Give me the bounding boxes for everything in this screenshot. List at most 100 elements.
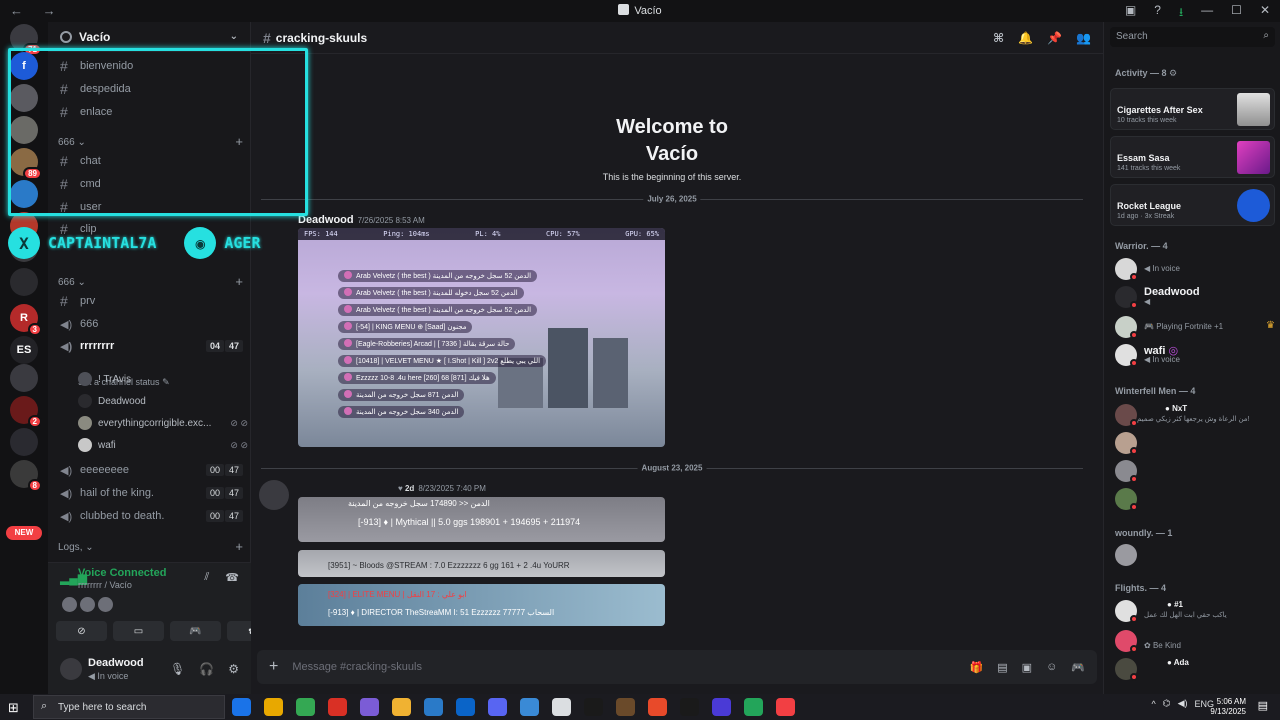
taskbar-app-icon[interactable] bbox=[712, 698, 731, 716]
taskbar-app-icon[interactable] bbox=[520, 698, 539, 716]
voice-user[interactable]: everythingcorrigible.exc... ⊘ ⊘ bbox=[78, 414, 248, 432]
screenshot-attachment[interactable]: FPS: 144 Ping: 104ms PL: 4% CPU: 57% GPU… bbox=[298, 228, 665, 447]
server-icon[interactable]: ES bbox=[10, 336, 38, 364]
threads-icon[interactable]: ⌘ bbox=[993, 31, 1004, 45]
minimize-button[interactable]: — bbox=[1201, 3, 1213, 24]
sticker-icon[interactable]: ▣ bbox=[1022, 661, 1032, 674]
member-item[interactable] bbox=[1115, 430, 1275, 456]
plus-icon[interactable]: + bbox=[235, 275, 243, 288]
taskbar-app-icon[interactable] bbox=[616, 698, 635, 716]
add-attachment-icon[interactable]: + bbox=[269, 658, 278, 676]
network-icon[interactable]: ⌬ bbox=[1163, 698, 1171, 709]
taskbar-app-icon[interactable] bbox=[328, 698, 347, 716]
taskbar-app-icon[interactable] bbox=[456, 698, 475, 716]
avatar[interactable] bbox=[60, 658, 82, 680]
voice-user[interactable]: Deadwood bbox=[78, 392, 248, 410]
new-badge[interactable]: NEW bbox=[6, 526, 42, 540]
server-icon[interactable]: 8 bbox=[10, 460, 42, 492]
pin-icon[interactable]: 📌 bbox=[1047, 31, 1062, 45]
voice-status-sub[interactable]: rrrrrrrr / Vacío bbox=[78, 580, 132, 590]
voice-channel-eeeeeeee[interactable]: ◀) eeeeeeee 00 47 bbox=[56, 460, 243, 480]
voice-status-title[interactable]: Voice Connected bbox=[78, 567, 166, 579]
gif-icon[interactable]: ▤ bbox=[997, 661, 1007, 674]
notification-icon[interactable]: ▤ bbox=[1258, 699, 1268, 712]
activity-button[interactable]: 🎮 bbox=[170, 621, 221, 641]
member-item[interactable] bbox=[1115, 458, 1275, 484]
category-logs[interactable]: Logs, ⌄ + bbox=[58, 540, 243, 553]
message-input[interactable]: Message #cracking-skuuls bbox=[292, 661, 422, 673]
headphones-icon[interactable]: 🎧 bbox=[199, 662, 214, 676]
inbox-icon[interactable]: ▣ bbox=[1125, 3, 1136, 24]
category-666-b[interactable]: 666 ⌄ + bbox=[58, 275, 243, 288]
screenshot-attachment[interactable]: [3951] ~ Bloods @STREAM : 7.0 Ezzzzzzz 6… bbox=[298, 550, 665, 577]
download-icon[interactable]: ⭳ bbox=[1179, 3, 1183, 24]
voice-channel-hail[interactable]: ◀) hail of the king. 00 47 bbox=[56, 483, 243, 503]
member-item[interactable]: Deadwood ◀ bbox=[1115, 284, 1275, 310]
voice-channel-clubbed[interactable]: ◀) clubbed to death. 00 47 bbox=[56, 506, 243, 526]
clock[interactable]: 5:06 AM 9/13/2025 bbox=[1210, 697, 1246, 717]
noise-suppression-icon[interactable]: ⫽ bbox=[204, 571, 209, 584]
settings-gear-icon[interactable]: ⚙ bbox=[228, 662, 239, 676]
tray-up-icon[interactable]: ^ bbox=[1151, 699, 1155, 709]
member-item[interactable] bbox=[1115, 542, 1275, 568]
member-item[interactable] bbox=[1115, 486, 1275, 512]
game-icon[interactable]: 🎮 bbox=[1071, 661, 1085, 674]
gift-icon[interactable]: 🎁 bbox=[970, 661, 984, 674]
taskbar-app-icon[interactable] bbox=[360, 698, 379, 716]
server-icon[interactable] bbox=[10, 428, 38, 456]
maximize-button[interactable]: ☐ bbox=[1231, 3, 1242, 24]
camera-button[interactable]: ⊘ bbox=[56, 621, 107, 641]
mic-icon[interactable]: 🎙 bbox=[170, 662, 185, 676]
avatar[interactable] bbox=[259, 480, 289, 510]
disconnect-icon[interactable]: ☎ bbox=[225, 571, 239, 584]
taskbar-app-icon[interactable] bbox=[776, 698, 795, 716]
server-icon[interactable] bbox=[10, 364, 38, 392]
taskbar-app-icon[interactable] bbox=[552, 698, 571, 716]
taskbar-app-icon[interactable] bbox=[296, 698, 315, 716]
voice-user[interactable]: ! TrAvis bbox=[78, 370, 248, 388]
taskbar-app-icon[interactable] bbox=[584, 698, 603, 716]
screen-share-button[interactable]: ▭ bbox=[113, 621, 164, 641]
voice-user[interactable]: wafi ⊘ ⊘ bbox=[78, 436, 248, 454]
screenshot-attachment[interactable]: الدمن << 174890 سجل خروجه من المدينة [-9… bbox=[298, 497, 665, 542]
bell-icon[interactable]: 🔔 bbox=[1018, 31, 1033, 45]
channel-prv[interactable]: # prv bbox=[56, 291, 243, 311]
activity-card[interactable]: Cigarettes After Sex 10 tracks this week bbox=[1110, 88, 1275, 130]
close-button[interactable]: ✕ bbox=[1260, 3, 1270, 24]
taskbar-search[interactable]: ⌕ Type here to search bbox=[33, 695, 225, 719]
server-icon[interactable] bbox=[10, 268, 38, 296]
taskbar-app-icon[interactable] bbox=[488, 698, 507, 716]
taskbar-app-icon[interactable] bbox=[264, 698, 283, 716]
status-dot bbox=[1130, 615, 1138, 623]
taskbar-app-icon[interactable] bbox=[744, 698, 763, 716]
user-limit: 00 47 bbox=[205, 464, 243, 476]
windows-start-icon[interactable]: ⊞ bbox=[8, 700, 19, 716]
member-item[interactable]: ● #1 ياكب حقي ابت الهل لك عمل bbox=[1115, 598, 1275, 624]
member-item[interactable]: ● NxT من الرعاة وش يرجعها كثر زيكي صميم! bbox=[1115, 402, 1275, 428]
taskbar-app-icon[interactable] bbox=[680, 698, 699, 716]
member-item[interactable]: ◀ In voice bbox=[1115, 256, 1275, 282]
search-input[interactable]: Search ⌕ bbox=[1110, 27, 1275, 47]
emoji-icon[interactable]: ☺ bbox=[1046, 661, 1057, 674]
member-item[interactable]: ✿ Be Kind bbox=[1115, 628, 1275, 654]
plus-icon[interactable]: + bbox=[235, 540, 243, 553]
taskbar-app-icon[interactable] bbox=[424, 698, 443, 716]
server-icon[interactable]: R3 bbox=[10, 304, 42, 336]
activity-card[interactable]: Essam Sasa 141 tracks this week bbox=[1110, 136, 1275, 178]
screenshot-attachment[interactable]: [324] | ELITE MENU | ابو علي : 17 النقل … bbox=[298, 584, 665, 626]
volume-icon[interactable]: ◀) bbox=[1178, 698, 1188, 709]
user-name[interactable]: Deadwood bbox=[88, 657, 144, 669]
member-item[interactable]: wafi ◎ ◀ In voice bbox=[1115, 342, 1275, 368]
taskbar-app-icon[interactable] bbox=[392, 698, 411, 716]
voice-channel-666[interactable]: ◀) 666 bbox=[56, 314, 243, 334]
members-icon[interactable]: 👥 bbox=[1076, 31, 1091, 45]
help-icon[interactable]: ? bbox=[1154, 3, 1161, 24]
activity-card[interactable]: Rocket League 1d ago · 3x Streak bbox=[1110, 184, 1275, 226]
server-icon[interactable]: 2 bbox=[10, 396, 42, 428]
taskbar-app-icon[interactable] bbox=[648, 698, 667, 716]
member-item[interactable]: 🎮 Playing Fortnite +1 ♛ bbox=[1115, 314, 1275, 340]
voice-channel-rrrrrrrr[interactable]: ◀) rrrrrrrr 04 47 bbox=[56, 336, 243, 356]
member-item[interactable]: ● Ada bbox=[1115, 656, 1275, 682]
reply-preview[interactable]: ♥ 2d 8/23/2025 7:40 PM bbox=[398, 484, 486, 493]
taskbar-app-icon[interactable] bbox=[232, 698, 251, 716]
